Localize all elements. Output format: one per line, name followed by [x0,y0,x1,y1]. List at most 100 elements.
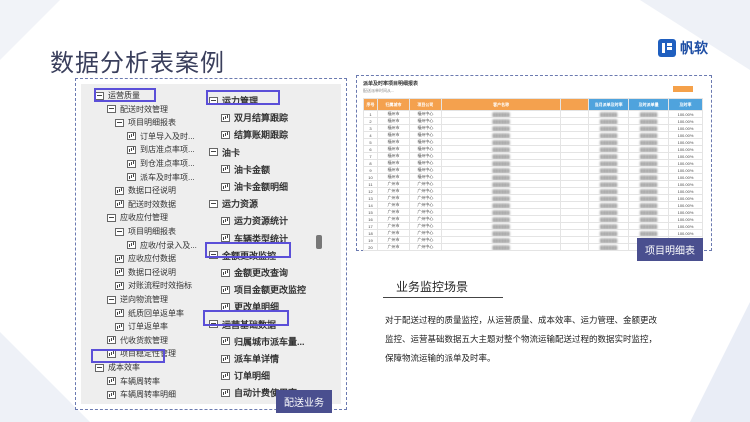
tree-col2-item[interactable]: 油卡金额明细 [221,180,288,193]
tree-col1-item-label: 订单导入及时... [140,131,195,141]
table-row: 8 福州市 福州中心 ██████ ██████ ██████ 100.00% [363,159,703,167]
report-icon [115,309,124,318]
tree-col2-item[interactable]: 项目金额更改监控 [221,283,306,296]
tree-col1-item[interactable]: 车辆周转率明细 [107,389,176,400]
table-cell: 福州中心 [408,145,442,153]
table-cell: 广州市 [376,229,410,237]
table-cell: ██████ [588,117,630,125]
tree-col1-item[interactable]: 对账流程时效指标 [115,280,192,291]
tree-col2-item[interactable]: 金额更改查询 [221,266,288,279]
tree-col2-item[interactable]: 双月结算跟踪 [221,111,288,124]
table-cell: 100.00% [668,194,703,202]
table-cell: 福州市 [376,159,410,167]
tree-col1-item[interactable]: 配送时效管理 [107,104,168,115]
table-cell: 广州中心 [408,215,442,223]
tree-col1-item[interactable]: 派车及时率项... [127,172,195,183]
table-header-cell: 归属城市 [376,98,410,111]
tree-col1-item[interactable]: 代收货款管理 [107,335,168,346]
table-cell: ██████ [628,215,670,223]
table-row: 11 广州市 广州中心 ██████ ██████ ██████ 100.00% [363,180,703,188]
tree-col1-item[interactable]: 到店准点率项... [127,144,195,155]
tree-col2-item-label: 结算账期跟踪 [234,130,289,141]
table-cell: 广州市 [376,215,410,223]
table-row: 1 福州市 福州中心 ██████ ██████ ██████ 100.00% [363,110,703,118]
tree-col2-item[interactable]: 归属城市派车量... [221,335,305,348]
tree-col1-item-label: 应收应付数据 [128,254,176,264]
table-cell: 100.00% [668,215,703,223]
tree-col2-item[interactable]: 油卡 [209,146,240,159]
table-cell [560,243,590,251]
tree-col1-item[interactable]: 应收/付录入及... [127,240,197,251]
description-title: 业务监控场景 [396,280,469,294]
fanruan-logo-icon [658,39,676,57]
tree-col2-item[interactable]: 运力资源 [209,197,258,210]
tree-col1-item[interactable]: 成本效率 [95,362,140,373]
tree-col1-item-label: 到仓准点率项... [140,159,195,168]
table-cell: 12 [363,187,378,195]
table-cell: ██████ [588,243,630,251]
table-cell: 福州中心 [408,159,442,167]
panel-collapse-handle[interactable] [316,235,322,249]
tree-col1-item[interactable]: 订单返单率 [115,321,168,332]
table-cell: 2 [363,117,378,125]
table-cell: ██████ [440,194,562,202]
tree-col1-item-label: 数据口径说明 [128,267,176,277]
tree-col2-item[interactable]: 油卡金额 [221,163,270,176]
tree-col1-item[interactable]: 纸质回单返单率 [115,308,184,319]
collapse-icon [107,105,116,114]
table-cell: 广州市 [376,222,410,230]
tree-col1-item-label: 配送时效管理 [120,104,168,114]
tree-col1-item[interactable]: 逆向物流管理 [107,294,168,305]
tree-col2-item[interactable]: 运力资源统计 [221,214,288,227]
page-title: 数据分析表案例 [50,50,225,77]
table-cell: ██████ [628,229,670,237]
table-cell: ██████ [628,110,670,118]
table-cell: ██████ [588,159,630,167]
table-cell: ██████ [440,131,562,139]
description-text: 对于配送过程的质量监控，从运营质量、成本效率、运力管理、金额更改监控、运营基础数… [385,315,658,363]
report-icon [115,281,124,290]
table-cell: 100.00% [668,173,703,181]
table-row: 18 广州市 广州中心 ██████ ██████ ██████ 100.00% [363,229,703,237]
tree-col2-item-label: 订单明细 [234,371,271,382]
tree-col2-item[interactable]: 订单明细 [221,369,270,382]
table-cell: ██████ [628,208,670,216]
table-cell: 福州市 [376,138,410,146]
table-cell: 100.00% [668,208,703,216]
tree-col1-item[interactable]: 应收应付管理 [107,212,168,223]
tree-col1-item-label: 订单返单率 [128,322,168,332]
tree-col1-item[interactable]: 数据口径说明 [115,185,176,196]
tree-col1-item[interactable]: 数据口径说明 [115,267,176,278]
tree-col1-item-label: 逆向物流管理 [120,295,168,304]
table-cell: ██████ [588,173,630,181]
tree-col2-item[interactable]: 派车单详情 [221,352,279,365]
tree-col1-item[interactable]: 到仓准点率项... [127,158,195,169]
brand-logo: 帆软 [658,38,708,58]
table-cell: ██████ [588,194,630,202]
table-cell: ██████ [588,166,630,174]
table-cell: ██████ [440,208,562,216]
highlight-box [91,349,165,363]
table-cell: ██████ [628,166,670,174]
tree-col1-item[interactable]: 配送时效数据 [115,199,176,210]
export-button[interactable] [673,86,693,92]
table-cell: 100.00% [668,222,703,230]
table-cell: 广州中心 [408,222,442,230]
table-cell: 福州市 [376,145,410,153]
tree-col1-item[interactable]: 订单导入及时... [127,131,195,142]
table-cell: ██████ [440,229,562,237]
tree-col1-item-label: 数据口径说明 [128,186,176,196]
table-cell [560,117,590,125]
table-cell: ██████ [440,187,562,195]
table-cell: 100.00% [668,201,703,209]
decor-corner-br [690,302,750,422]
table-cell: 福州中心 [408,124,442,132]
tree-col1-item[interactable]: 项目明细报表 [115,226,176,237]
tree-col1-item[interactable]: 车辆周转率 [107,376,160,387]
tag-delivery-business: 配送业务 [276,390,332,413]
tree-col1-item[interactable]: 项目明细报表 [115,117,176,128]
table-cell: 17 [363,222,378,230]
tree-col1-item[interactable]: 应收应付数据 [115,253,176,264]
tree-col2-item[interactable]: 结算账期跟踪 [221,128,288,141]
table-cell: 20 [363,243,378,251]
